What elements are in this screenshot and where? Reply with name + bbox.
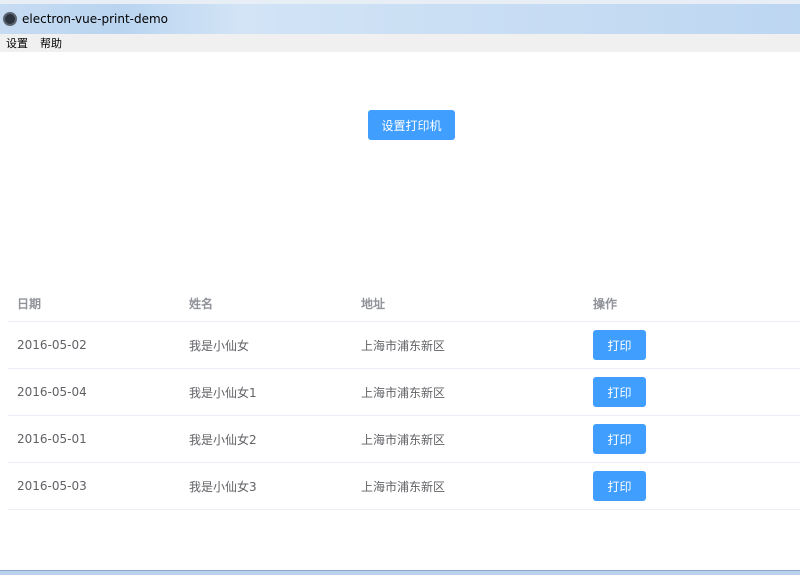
table-row: 2016-05-01 我是小仙女2 上海市浦东新区 打印 <box>8 416 800 463</box>
menu-settings[interactable]: 设置 <box>6 35 28 51</box>
title-bar[interactable]: electron-vue-print-demo <box>0 0 800 34</box>
window-title: electron-vue-print-demo <box>22 12 169 26</box>
setup-printer-button[interactable]: 设置打印机 <box>368 110 455 140</box>
table-row: 2016-05-03 我是小仙女3 上海市浦东新区 打印 <box>8 463 800 510</box>
cell-address: 上海市浦东新区 <box>361 385 446 400</box>
cell-address: 上海市浦东新区 <box>361 338 446 353</box>
electron-app-icon <box>3 12 17 26</box>
print-button[interactable]: 打印 <box>593 330 646 360</box>
cell-date: 2016-05-03 <box>17 479 87 493</box>
cell-address: 上海市浦东新区 <box>361 479 446 494</box>
cell-date: 2016-05-04 <box>17 385 87 399</box>
table-header: 日期 姓名 地址 操作 <box>8 285 800 322</box>
cell-name: 我是小仙女 <box>189 338 250 353</box>
cell-address: 上海市浦东新区 <box>361 432 446 447</box>
cell-name: 我是小仙女2 <box>189 432 257 447</box>
table-row: 2016-05-04 我是小仙女1 上海市浦东新区 打印 <box>8 369 800 416</box>
data-table: 日期 姓名 地址 操作 2016-05-02 我是小仙女 上海市浦东新区 打印 … <box>8 285 800 510</box>
cell-name: 我是小仙女1 <box>189 385 257 400</box>
print-button[interactable]: 打印 <box>593 377 646 407</box>
menu-bar: 设置 帮助 <box>0 34 800 52</box>
table-row: 2016-05-02 我是小仙女 上海市浦东新区 打印 <box>8 322 800 369</box>
header-action: 操作 <box>593 296 618 311</box>
print-button[interactable]: 打印 <box>593 424 646 454</box>
header-name: 姓名 <box>189 296 214 311</box>
window-bottom-border <box>0 570 800 575</box>
header-date: 日期 <box>17 296 42 311</box>
menu-help[interactable]: 帮助 <box>40 35 62 51</box>
cell-date: 2016-05-02 <box>17 338 87 352</box>
cell-name: 我是小仙女3 <box>189 479 257 494</box>
header-address: 地址 <box>361 296 386 311</box>
print-button[interactable]: 打印 <box>593 471 646 501</box>
cell-date: 2016-05-01 <box>17 432 87 446</box>
